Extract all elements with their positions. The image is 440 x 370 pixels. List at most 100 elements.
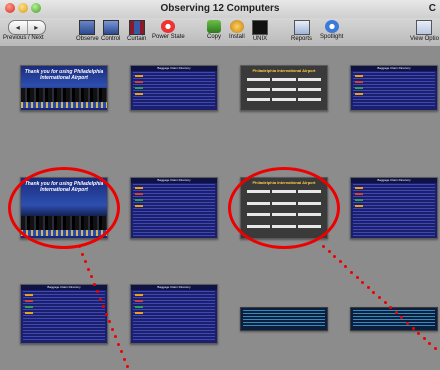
screen-thumbnail[interactable]: Thank you for using Philadelphia Interna…	[20, 65, 108, 111]
annotation-dot	[102, 305, 105, 308]
baggage-airline-stripe	[25, 300, 33, 302]
baggage-rows	[353, 72, 435, 108]
screen-thumbnail[interactable]: Baggage Claim Directory	[130, 177, 218, 239]
toolbar: ◂ ▸ Previous / Next Observe Control Curt…	[0, 18, 440, 47]
curtain-icon	[128, 20, 145, 35]
screen-thumbnail[interactable]: Philadelphia International Airport	[240, 65, 328, 111]
annotation-dot	[361, 280, 365, 284]
screen-thumbnail[interactable]	[240, 307, 328, 331]
spotlight-label: Spotlight	[320, 34, 344, 40]
window-title-right: C	[428, 3, 436, 14]
baggage-airline-stripe	[355, 199, 363, 201]
remote-desktop-window: Observing 12 Computers C ◂ ▸ Previous / …	[0, 0, 440, 370]
window-title: Observing 12 Computers	[160, 3, 280, 14]
annotation-dot	[117, 342, 120, 346]
annotation-dot	[120, 350, 123, 353]
annotation-dot	[81, 252, 84, 256]
baggage-airline-stripe	[135, 75, 143, 77]
baggage-airline-stripe	[135, 306, 143, 308]
baggage-airline-stripe	[135, 187, 143, 189]
annotation-dot	[322, 245, 325, 248]
baggage-title: Baggage Claim Directory	[131, 285, 217, 290]
baggage-airline-stripe	[355, 205, 363, 207]
annotation-dot	[333, 255, 337, 259]
computer-thumbnails-area: Thank you for using Philadelphia Interna…	[0, 47, 440, 370]
baggage-airline-stripe	[25, 294, 33, 296]
annotation-dot	[90, 275, 93, 278]
baggage-rows	[133, 291, 215, 341]
screen-thumbnail[interactable]: Baggage Claim Directory	[350, 177, 438, 239]
annotation-dot	[344, 265, 348, 269]
observe-icon	[79, 20, 96, 35]
annotation-dot	[372, 290, 376, 294]
annotation-dot	[411, 326, 415, 330]
baggage-airline-stripe	[355, 81, 363, 83]
annotation-dot	[338, 260, 342, 264]
baggage-airline-stripe	[355, 93, 363, 95]
install-button[interactable]: Install	[229, 18, 245, 40]
annotation-dot	[111, 327, 114, 331]
baggage-title: Baggage Claim Directory	[351, 66, 437, 71]
previous-next-control[interactable]: ◂ ▸	[8, 20, 46, 35]
observe-button[interactable]: Observe	[76, 18, 99, 42]
install-icon	[229, 20, 244, 33]
baggage-airline-stripe	[355, 193, 363, 195]
highlight-circle-welcome	[8, 167, 120, 249]
annotation-dot	[366, 285, 370, 289]
view-options-button[interactable]: View Optio	[410, 18, 439, 42]
title-bar: Observing 12 Computers C	[0, 0, 440, 18]
baggage-airline-stripe	[135, 93, 143, 95]
baggage-title: Baggage Claim Directory	[131, 66, 217, 71]
annotation-dot	[87, 267, 90, 271]
copy-button[interactable]: Copy	[207, 18, 221, 40]
unix-label: UNIX	[252, 36, 268, 42]
reflection-image	[21, 102, 107, 108]
control-button[interactable]: Control	[101, 18, 120, 42]
power-icon	[161, 20, 176, 33]
annotation-dot	[355, 275, 359, 279]
previous-button[interactable]: ◂	[9, 21, 27, 34]
annotation-dot	[93, 282, 96, 286]
annotation-dot	[434, 347, 437, 350]
power-state-button[interactable]: Power State	[152, 18, 185, 40]
screen-thumbnail[interactable]: Baggage Claim Directory	[130, 65, 218, 111]
annotation-dot	[417, 331, 421, 335]
copy-label: Copy	[207, 34, 222, 40]
unix-button[interactable]: UNIX	[252, 18, 268, 42]
annotation-dot	[105, 312, 108, 316]
annotation-dot	[422, 336, 426, 340]
screen-thumbnail[interactable]: Baggage Claim Directory	[350, 65, 438, 111]
baggage-airline-stripe	[25, 312, 33, 314]
spotlight-button[interactable]: Spotlight	[320, 18, 343, 40]
curtain-button[interactable]: Curtain	[127, 18, 146, 42]
annotation-dot	[99, 297, 102, 301]
baggage-rows	[23, 291, 105, 341]
annotation-dot	[114, 335, 117, 338]
install-label: Install	[229, 34, 245, 40]
next-button[interactable]: ▸	[26, 21, 46, 34]
annotation-dot	[383, 301, 387, 305]
highlight-circle-airport	[228, 167, 340, 249]
baggage-title: Baggage Claim Directory	[131, 178, 217, 183]
screen-thumbnail[interactable]: Baggage Claim Directory	[130, 284, 218, 344]
reports-button[interactable]: Reports	[291, 18, 312, 42]
annotation-dot	[108, 320, 111, 323]
annotation-dot	[126, 365, 129, 368]
spotlight-icon	[324, 20, 339, 33]
annotation-dot	[78, 245, 81, 248]
baggage-airline-stripe	[135, 205, 143, 207]
baggage-airline-stripe	[355, 187, 363, 189]
annotation-dot	[327, 250, 331, 254]
control-label: Control	[101, 36, 121, 42]
airline-logo-grid	[247, 78, 321, 106]
screen-thumbnail[interactable]: Baggage Claim Directory	[20, 284, 108, 344]
annotation-dot	[406, 321, 409, 325]
baggage-airline-stripe	[25, 306, 33, 308]
baggage-airline-stripe	[135, 199, 143, 201]
baggage-airline-stripe	[135, 294, 143, 296]
baggage-rows	[133, 72, 215, 108]
screen-thumbnail[interactable]	[350, 307, 438, 331]
curtain-label: Curtain	[127, 36, 147, 42]
flight-board-rows	[353, 310, 435, 328]
baggage-airline-stripe	[135, 87, 143, 89]
